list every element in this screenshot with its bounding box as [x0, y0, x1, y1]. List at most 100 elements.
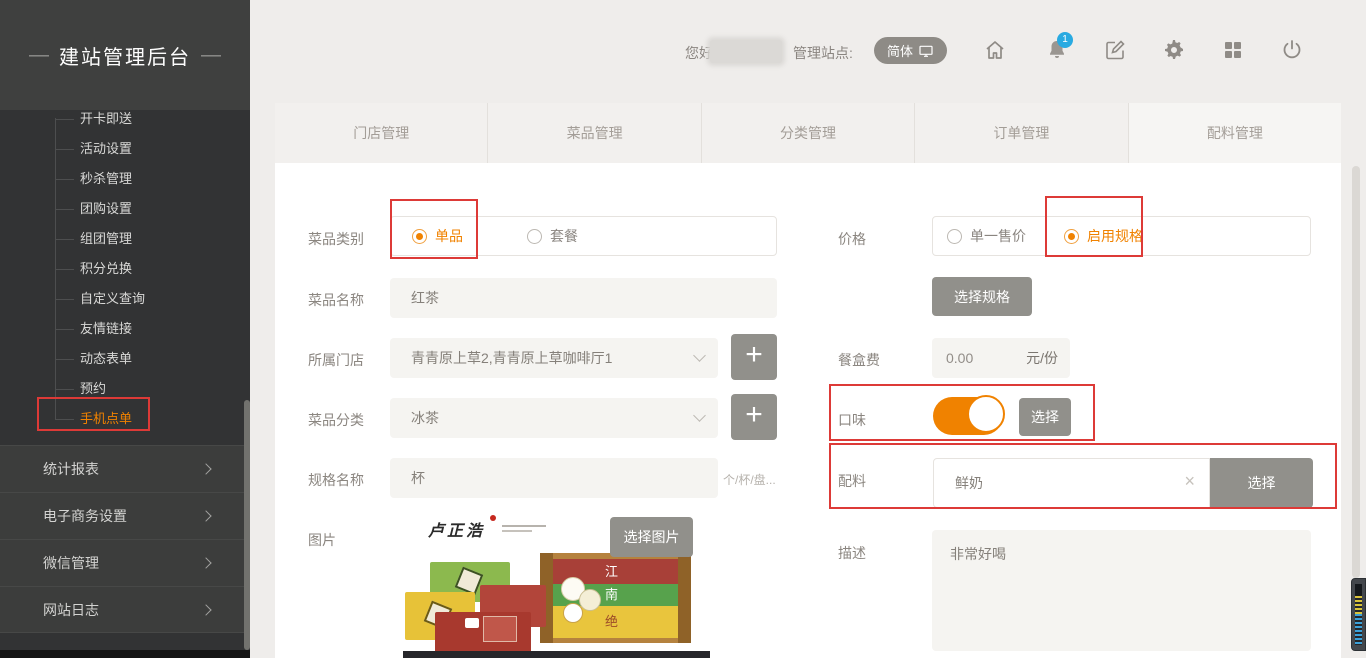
radio-single-price[interactable]: 单一售价	[947, 226, 1026, 246]
tab-order-management[interactable]: 订单管理	[915, 103, 1128, 163]
brand-logo: 卢正浩	[428, 517, 568, 547]
radio-enable-spec-label: 启用规格	[1087, 226, 1143, 246]
content-scrollbar[interactable]	[1352, 166, 1360, 578]
chevron-down-icon	[693, 409, 706, 422]
sidebar-scrollbar[interactable]	[244, 400, 250, 650]
sidebar-bottom-strip	[0, 650, 250, 658]
brand-subtext	[502, 525, 546, 527]
flavor-choose-button[interactable]: 选择	[1019, 398, 1071, 436]
language-button[interactable]: 简体	[874, 37, 947, 64]
tab-dish-management[interactable]: 菜品管理	[488, 103, 701, 163]
sidebar-item-custom-query[interactable]: 自定义查询	[0, 284, 250, 314]
image-label: 图片	[308, 530, 336, 550]
username-redacted	[710, 40, 782, 63]
description-value: 非常好喝	[950, 544, 1006, 564]
brand-seal-dot	[490, 515, 496, 521]
sidebar-item-mobile-ordering[interactable]: 手机点单	[0, 404, 250, 434]
sidebar-item-card-gift[interactable]: 开卡即送	[0, 104, 250, 134]
dish-name-input[interactable]: 红茶	[390, 278, 777, 318]
spec-name-value: 杯	[411, 468, 425, 488]
radio-enable-spec[interactable]: 启用规格	[1064, 226, 1143, 246]
section-label: 统计报表	[43, 461, 99, 477]
price-radio-group: 单一售价 启用规格	[932, 216, 1311, 256]
radio-dot	[412, 229, 427, 244]
notification-badge: 1	[1057, 32, 1073, 48]
chevron-right-icon	[200, 557, 211, 568]
tab-category-management[interactable]: 分类管理	[702, 103, 915, 163]
sidebar-item-flash-sale[interactable]: 秒杀管理	[0, 164, 250, 194]
category-value: 冰茶	[411, 408, 439, 428]
spec-name-input[interactable]: 杯	[390, 458, 718, 498]
tab-ingredient-management[interactable]: 配料管理	[1129, 103, 1341, 163]
bell-icon[interactable]: 1	[1045, 38, 1069, 64]
sidebar-item-group-management[interactable]: 组团管理	[0, 224, 250, 254]
sidebar-item-dynamic-forms[interactable]: 动态表单	[0, 344, 250, 374]
radio-single-item-label: 单品	[435, 226, 463, 246]
brand-name: 卢正浩	[428, 523, 485, 540]
add-category-button[interactable]: +	[731, 394, 777, 440]
box-fee-unit: 元/份	[1026, 348, 1058, 368]
dish-type-label: 菜品类别	[308, 229, 364, 249]
ingredient-choose-button[interactable]: 选择	[1210, 458, 1313, 508]
photo-floor-shadow	[403, 651, 710, 658]
sidebar-item-friend-links[interactable]: 友情链接	[0, 314, 250, 344]
store-value: 青青原上草2,青青原上草咖啡厅1	[411, 348, 612, 368]
sidebar-item-points-exchange[interactable]: 积分兑换	[0, 254, 250, 284]
ingredient-input[interactable]: 鲜奶 ×	[933, 458, 1210, 508]
add-store-button[interactable]: +	[731, 334, 777, 380]
sidebar-item-group-buy[interactable]: 团购设置	[0, 194, 250, 224]
docked-widget[interactable]	[1351, 578, 1366, 651]
app-root: 您好 管理站点: 简体 1 门店管理 菜品管理 分类管理 订单管理 配料管理 菜…	[0, 0, 1366, 658]
apps-grid-icon[interactable]	[1221, 38, 1245, 64]
home-icon[interactable]	[983, 38, 1007, 64]
sidebar-item-activity-settings[interactable]: 活动设置	[0, 134, 250, 164]
sidebar: — 建站管理后台 — 开卡即送 活动设置 秒杀管理 团购设置 组团管理 积分兑换…	[0, 0, 250, 658]
sidebar-section-statistics[interactable]: 统计报表	[0, 445, 250, 492]
radio-single-item[interactable]: 单品	[412, 226, 463, 246]
logo-dash: —	[201, 44, 221, 67]
radio-single-price-label: 单一售价	[970, 226, 1026, 246]
plus-icon: +	[745, 400, 763, 434]
category-select[interactable]: 冰茶	[390, 398, 718, 438]
app-logo: — 建站管理后台 —	[0, 0, 250, 110]
category-label: 菜品分类	[308, 410, 364, 430]
choose-image-button[interactable]: 选择图片	[610, 517, 693, 557]
radio-dot	[947, 229, 962, 244]
radio-combo-label: 套餐	[550, 226, 578, 246]
chevron-right-icon	[200, 510, 211, 521]
sidebar-section-site-logs[interactable]: 网站日志	[0, 586, 250, 633]
radio-combo[interactable]: 套餐	[527, 226, 578, 246]
spec-name-label: 规格名称	[308, 470, 364, 490]
spec-name-hint: 个/杯/盘...	[723, 471, 776, 488]
clear-icon[interactable]: ×	[1184, 471, 1195, 492]
app-title: 建站管理后台	[59, 41, 191, 70]
power-icon[interactable]	[1280, 38, 1304, 64]
product-photo: 江 南 绝	[403, 545, 710, 658]
dish-type-radio-group: 单品 套餐	[390, 216, 777, 256]
photo-red-front-box	[435, 612, 531, 654]
choose-spec-button[interactable]: 选择规格	[932, 277, 1032, 316]
edit-icon[interactable]	[1103, 38, 1127, 64]
store-select[interactable]: 青青原上草2,青青原上草咖啡厅1	[390, 338, 718, 378]
dish-name-label: 菜品名称	[308, 290, 364, 310]
box-fee-label: 餐盒费	[838, 350, 880, 370]
section-label: 网站日志	[43, 602, 99, 618]
store-label: 所属门店	[308, 350, 364, 370]
sidebar-section-wechat-management[interactable]: 微信管理	[0, 539, 250, 586]
section-label: 微信管理	[43, 555, 99, 571]
gear-icon[interactable]	[1162, 38, 1186, 64]
tab-store-management[interactable]: 门店管理	[275, 103, 488, 163]
section-label: 电子商务设置	[43, 508, 127, 524]
chevron-right-icon	[200, 463, 211, 474]
box-fee-input[interactable]: 0.00 元/份	[932, 338, 1070, 378]
sidebar-section-ecommerce-settings[interactable]: 电子商务设置	[0, 492, 250, 539]
sidebar-item-reservation[interactable]: 预约	[0, 374, 250, 404]
chevron-right-icon	[200, 604, 211, 615]
flavor-toggle[interactable]	[933, 397, 1003, 435]
description-textarea[interactable]: 非常好喝	[932, 530, 1311, 651]
monitor-icon	[918, 43, 934, 59]
plus-icon: +	[745, 340, 763, 374]
dish-name-value: 红茶	[411, 288, 439, 308]
flavor-label: 口味	[838, 410, 866, 430]
brand-subtext	[502, 530, 532, 532]
